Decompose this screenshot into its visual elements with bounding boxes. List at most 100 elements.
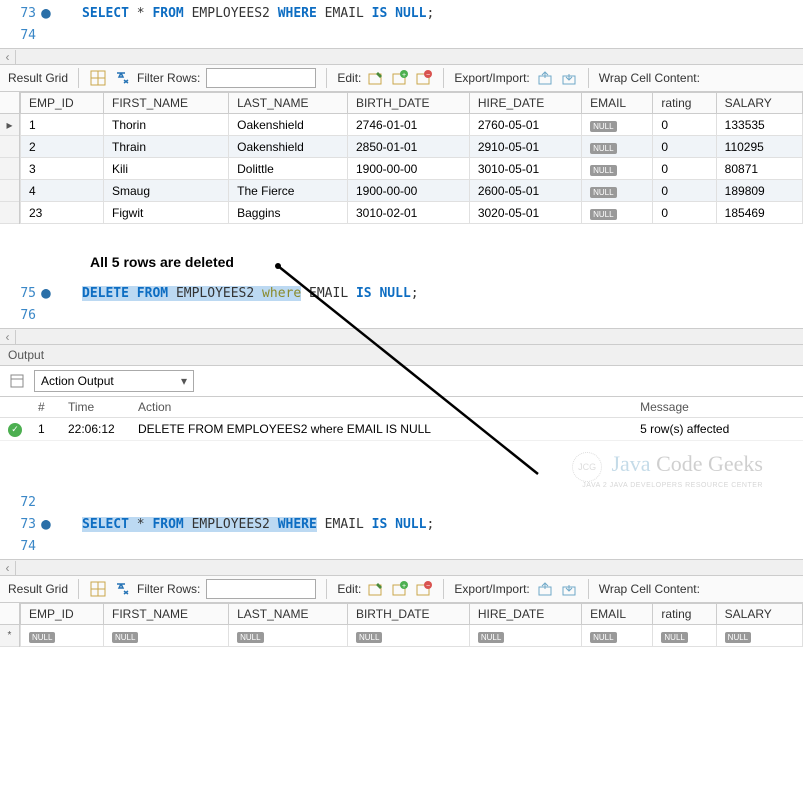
export-icon[interactable] (536, 69, 554, 87)
column-header[interactable]: SALARY (716, 604, 802, 625)
svg-text:+: + (402, 583, 406, 590)
svg-text:−: − (426, 72, 430, 79)
null-badge: NULL (590, 209, 616, 220)
line-number: 74 (0, 539, 40, 554)
line-number: 74 (0, 28, 40, 43)
column-header[interactable]: EMAIL (582, 93, 653, 114)
filter-rows-label: Filter Rows: (137, 71, 200, 85)
output-col-message: Message (632, 397, 803, 418)
svg-text:+: + (402, 72, 406, 79)
line-number: 75 (0, 286, 40, 301)
svg-text:−: − (426, 583, 430, 590)
edit-label: Edit: (337, 71, 361, 85)
null-badge: NULL (237, 632, 263, 643)
null-badge: NULL (590, 165, 616, 176)
horizontal-scrollbar[interactable]: ‹ (0, 328, 803, 344)
export-icon[interactable] (536, 580, 554, 598)
column-header[interactable]: HIRE_DATE (469, 93, 581, 114)
export-import-label: Export/Import: (454, 71, 529, 85)
line-number: 73 (0, 6, 40, 21)
result-grid-1[interactable]: ▸ EMP_IDFIRST_NAMELAST_NAMEBIRTH_DATEHIR… (0, 92, 803, 224)
line-number: 76 (0, 308, 40, 323)
output-row[interactable]: ✓ 1 22:06:12 DELETE FROM EMPLOYEES2 wher… (0, 418, 803, 441)
new-row-icon[interactable]: * (0, 625, 19, 647)
column-header[interactable]: FIRST_NAME (103, 604, 228, 625)
output-col-hash: # (30, 397, 60, 418)
edit-row-icon[interactable] (367, 580, 385, 598)
add-row-icon[interactable]: + (391, 580, 409, 598)
output-clear-icon[interactable] (8, 372, 26, 390)
null-badge: NULL (661, 632, 687, 643)
breakpoint-icon[interactable]: ● (40, 7, 52, 19)
null-badge: NULL (112, 632, 138, 643)
output-col-action: Action (130, 397, 632, 418)
null-badge: NULL (29, 632, 55, 643)
chevron-down-icon: ▾ (181, 374, 187, 388)
result-grid-toolbar: Result Grid Filter Rows: Edit: + − Expor… (0, 64, 803, 92)
edit-row-icon[interactable] (367, 69, 385, 87)
horizontal-scrollbar[interactable]: ‹ (0, 559, 803, 575)
row-selector-column: * (0, 603, 20, 647)
row-pointer-icon[interactable]: ▸ (0, 114, 19, 136)
column-header[interactable]: FIRST_NAME (103, 93, 228, 114)
grid-view-icon[interactable] (89, 69, 107, 87)
import-icon[interactable] (560, 69, 578, 87)
column-header[interactable]: BIRTH_DATE (347, 93, 469, 114)
delete-row-icon[interactable]: − (415, 69, 433, 87)
result-grid-toolbar-2: Result Grid Filter Rows: Edit: + − Expor… (0, 575, 803, 603)
watermark-logo: JCG Java Code Geeks JAVA 2 JAVA DEVELOPE… (0, 441, 803, 490)
sql-editor-top[interactable]: 73 ● SELECT * FROM EMPLOYEES2 WHERE EMAI… (0, 0, 803, 48)
delete-row-icon[interactable]: − (415, 580, 433, 598)
import-icon[interactable] (560, 580, 578, 598)
column-header[interactable]: SALARY (716, 93, 802, 114)
scroll-left-icon[interactable]: ‹ (0, 330, 16, 344)
scroll-left-icon[interactable]: ‹ (0, 50, 16, 64)
horizontal-scrollbar[interactable]: ‹ (0, 48, 803, 64)
column-header[interactable]: EMP_ID (21, 93, 104, 114)
column-header[interactable]: EMP_ID (21, 604, 104, 625)
table-row[interactable]: 3KiliDolittle1900-00-003010-05-01NULL080… (21, 158, 803, 180)
annotation-text: All 5 rows are deleted (0, 224, 803, 280)
output-mode-select[interactable]: Action Output ▾ (34, 370, 194, 392)
row-selector-column: ▸ (0, 92, 20, 224)
scroll-left-icon[interactable]: ‹ (0, 561, 16, 575)
column-header[interactable]: BIRTH_DATE (347, 604, 469, 625)
output-panel-header: Output (0, 344, 803, 366)
null-badge: NULL (590, 143, 616, 154)
line-number: 72 (0, 495, 40, 510)
column-header[interactable]: LAST_NAME (229, 604, 348, 625)
sql-editor-bottom[interactable]: 72 73 ● SELECT * FROM EMPLOYEES2 WHERE E… (0, 489, 803, 559)
breakpoint-icon[interactable]: ● (40, 518, 52, 530)
success-icon: ✓ (8, 423, 22, 437)
breakpoint-icon[interactable]: ● (40, 287, 52, 299)
column-header[interactable]: EMAIL (582, 604, 653, 625)
table-row[interactable]: 1ThorinOakenshield2746-01-012760-05-01NU… (21, 114, 803, 136)
sql-statement[interactable]: SELECT * FROM EMPLOYEES2 WHERE EMAIL IS … (52, 6, 434, 21)
wrap-cell-label: Wrap Cell Content: (599, 71, 700, 85)
null-badge: NULL (478, 632, 504, 643)
column-header[interactable]: rating (653, 93, 716, 114)
null-badge: NULL (725, 632, 751, 643)
column-header[interactable]: rating (653, 604, 716, 625)
filter-rows-input[interactable] (206, 579, 316, 599)
output-toolbar: Action Output ▾ (0, 366, 803, 397)
table-row[interactable]: 23FigwitBaggins3010-02-013020-05-01NULL0… (21, 202, 803, 224)
result-grid-2[interactable]: * EMP_IDFIRST_NAMELAST_NAMEBIRTH_DATEHIR… (0, 603, 803, 647)
filter-rows-input[interactable] (206, 68, 316, 88)
column-header[interactable]: LAST_NAME (229, 93, 348, 114)
line-number: 73 (0, 517, 40, 532)
table-row[interactable]: 4SmaugThe Fierce1900-00-002600-05-01NULL… (21, 180, 803, 202)
sql-editor-delete[interactable]: 75 ● DELETE FROM EMPLOYEES2 where EMAIL … (0, 280, 803, 328)
output-table: # Time Action Message ✓ 1 22:06:12 DELET… (0, 397, 803, 441)
null-badge: NULL (590, 121, 616, 132)
table-row[interactable]: NULLNULLNULLNULLNULLNULLNULLNULL (21, 625, 803, 647)
grid-view-icon[interactable] (89, 580, 107, 598)
filter-icon[interactable] (113, 580, 131, 598)
table-row[interactable]: 2ThrainOakenshield2850-01-012910-05-01NU… (21, 136, 803, 158)
output-col-time: Time (60, 397, 130, 418)
column-header[interactable]: HIRE_DATE (469, 604, 581, 625)
sql-statement[interactable]: SELECT * FROM EMPLOYEES2 WHERE EMAIL IS … (52, 517, 434, 532)
add-row-icon[interactable]: + (391, 69, 409, 87)
filter-icon[interactable] (113, 69, 131, 87)
sql-statement[interactable]: DELETE FROM EMPLOYEES2 where EMAIL IS NU… (52, 286, 419, 301)
